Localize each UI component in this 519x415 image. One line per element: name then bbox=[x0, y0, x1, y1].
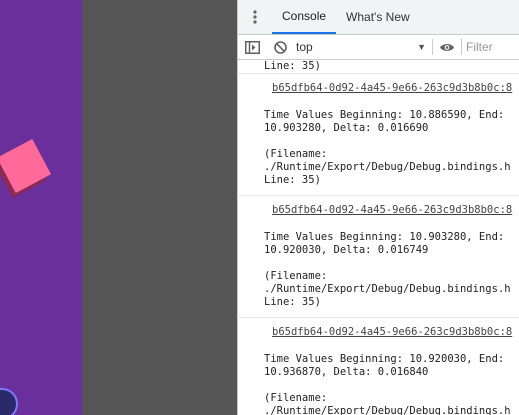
message-text: Time Values Beginning: 10.886590, End: bbox=[264, 109, 505, 121]
filter-input[interactable] bbox=[462, 40, 510, 54]
source-link[interactable]: b65dfb64-0d92-4a45-9e66-263c9d3b8b0c:8 bbox=[264, 204, 519, 217]
eye-icon[interactable] bbox=[433, 42, 461, 53]
message-filename: ./Runtime/Export/Debug/Debug.bindings.h bbox=[264, 161, 511, 173]
partial-message-line: Line: 35) bbox=[238, 60, 519, 74]
canvas-background bbox=[82, 0, 237, 415]
context-label: top bbox=[296, 40, 313, 54]
message-text: 10.936870, Delta: 0.016840 bbox=[264, 366, 429, 378]
pink-cube bbox=[0, 138, 52, 194]
tab-whats-new[interactable]: What's New bbox=[336, 0, 420, 34]
clear-console-icon[interactable] bbox=[266, 40, 294, 54]
console-message: b65dfb64-0d92-4a45-9e66-263c9d3b8b0c:8 T… bbox=[238, 318, 519, 415]
console-message: b65dfb64-0d92-4a45-9e66-263c9d3b8b0c:8 T… bbox=[238, 196, 519, 318]
console-toolbar: top ▼ bbox=[238, 35, 519, 60]
context-selector[interactable]: top ▼ bbox=[294, 40, 432, 54]
message-filename: (Filename: bbox=[264, 148, 328, 160]
message-text: 10.903280, Delta: 0.016690 bbox=[264, 122, 429, 134]
kebab-menu-icon[interactable] bbox=[238, 0, 272, 34]
message-text: Time Values Beginning: 10.920030, End: bbox=[264, 353, 505, 365]
devtools-tabbar: Console What's New bbox=[238, 0, 519, 35]
message-filename: (Filename: bbox=[264, 392, 328, 404]
message-filename: (Filename: bbox=[264, 270, 328, 282]
console-message: b65dfb64-0d92-4a45-9e66-263c9d3b8b0c:8 T… bbox=[238, 74, 519, 196]
message-text: Time Values Beginning: 10.903280, End: bbox=[264, 231, 505, 243]
sidebar-toggle-icon[interactable] bbox=[238, 40, 266, 54]
message-filename: ./Runtime/Export/Debug/Debug.bindings.h bbox=[264, 405, 511, 415]
console-output[interactable]: Line: 35) b65dfb64-0d92-4a45-9e66-263c9d… bbox=[238, 60, 519, 415]
caret-down-icon: ▼ bbox=[417, 42, 426, 52]
message-text: 10.920030, Delta: 0.016749 bbox=[264, 244, 429, 256]
message-filename: ./Runtime/Export/Debug/Debug.bindings.h bbox=[264, 283, 511, 295]
source-link[interactable]: b65dfb64-0d92-4a45-9e66-263c9d3b8b0c:8 bbox=[264, 326, 519, 339]
tab-console[interactable]: Console bbox=[272, 0, 337, 34]
blue-ball bbox=[0, 388, 18, 415]
devtools-panel: Console What's New top ▼ Line: 35) b65df… bbox=[237, 0, 519, 415]
message-filename: Line: 35) bbox=[264, 174, 321, 186]
source-link[interactable]: b65dfb64-0d92-4a45-9e66-263c9d3b8b0c:8 bbox=[264, 82, 519, 95]
message-filename: Line: 35) bbox=[264, 296, 321, 308]
game-canvas[interactable] bbox=[0, 0, 82, 415]
